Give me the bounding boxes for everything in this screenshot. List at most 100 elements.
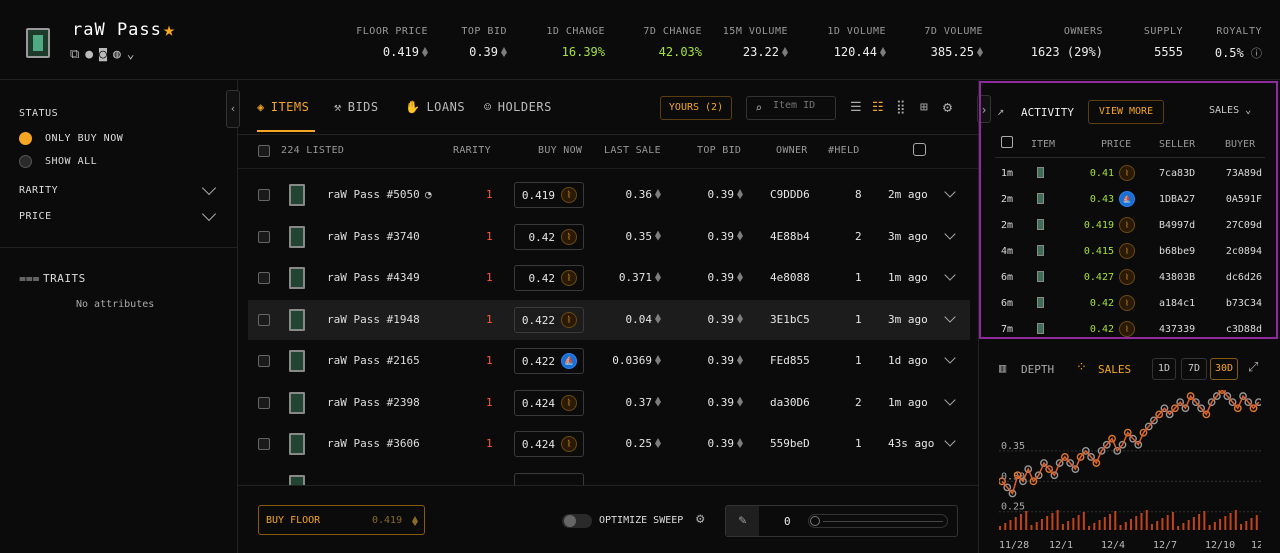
- owner-value[interactable]: 4e8088: [770, 271, 810, 284]
- top-bid-header[interactable]: TOP BID: [697, 145, 741, 156]
- activity-seller[interactable]: 437339: [1159, 324, 1195, 335]
- sales-chart[interactable]: 0.350.300.2511/28 12/1 12/4 12/7 12/10 12: [999, 390, 1261, 553]
- settings-gear-icon[interactable]: ⚙: [943, 98, 952, 116]
- table-row[interactable]: raW Pass #2165 1 0.422 ⛵ 0.0369 0.39 FEd855 1 1d…: [248, 341, 970, 381]
- search-box[interactable]: ⌕: [746, 96, 836, 120]
- grid-icon[interactable]: ⊞: [920, 100, 928, 115]
- expand-chevron-icon[interactable]: [944, 269, 956, 281]
- item-name[interactable]: raW Pass #3740: [327, 230, 420, 243]
- only-buy-now-label[interactable]: ONLY BUY NOW: [45, 133, 123, 144]
- copy-icon[interactable]: ⧉: [70, 47, 79, 62]
- dense-grid-icon[interactable]: ⣿: [896, 100, 906, 115]
- activity-row[interactable]: 6m 0.42 ᚱ a184c1 b73C34: [981, 291, 1276, 317]
- broom-icon[interactable]: ✎: [726, 506, 759, 536]
- table-row[interactable]: raW Pass #2398 1 0.424 ᚱ 0.37 0.39 da30D6 2 1m a…: [248, 383, 970, 423]
- activity-row[interactable]: 4m 0.415 ᚱ b68be9 2c0894: [981, 239, 1276, 265]
- period-30d[interactable]: 30D: [1210, 358, 1238, 380]
- owner-header[interactable]: OWNER: [776, 145, 808, 156]
- item-name[interactable]: raW Pass #5050: [327, 188, 420, 201]
- expand-chevron-icon[interactable]: [944, 393, 956, 406]
- table-row[interactable]: raW Pass #1948 1 0.422 ᚱ 0.04 0.39 3E1bC5 1 3m a…: [248, 299, 970, 340]
- sweep-settings-icon[interactable]: ⚙: [696, 511, 704, 527]
- show-all-radio[interactable]: [19, 155, 32, 168]
- website-icon[interactable]: ◍: [113, 47, 121, 62]
- activity-buyer[interactable]: 0A591F: [1226, 194, 1262, 205]
- table-row[interactable]: raW Pass #4349 1 0.42 ᚱ 0.371 0.39 4e8088 1 1m a…: [248, 258, 970, 298]
- buy-now-button[interactable]: 0.42 ᚱ: [514, 265, 584, 291]
- row-checkbox[interactable]: [258, 272, 270, 284]
- view-more-button[interactable]: VIEW MORE: [1088, 100, 1164, 124]
- item-name[interactable]: raW Pass #4349: [327, 271, 420, 284]
- activity-seller[interactable]: 7ca83D: [1159, 168, 1195, 179]
- period-1d[interactable]: 1D: [1152, 358, 1176, 380]
- collapse-sidebar-button[interactable]: ‹: [226, 90, 240, 128]
- owner-value[interactable]: 559beD: [770, 437, 810, 450]
- owner-value[interactable]: FEd855: [770, 354, 810, 367]
- row-checkbox[interactable]: [258, 189, 270, 201]
- activity-buyer[interactable]: 2c0894: [1226, 246, 1262, 257]
- owner-value[interactable]: C9DDD6: [770, 188, 810, 201]
- row-checkbox[interactable]: [258, 355, 270, 367]
- owner-value[interactable]: 3E1bC5: [770, 313, 810, 326]
- table-row[interactable]: raW Pass #5050 ◔ 1 0.419 ᚱ 0.36 0.39 C9DDD6 8 2m …: [248, 175, 970, 215]
- twitter-icon[interactable]: ●: [85, 47, 93, 62]
- select-all-checkbox[interactable]: [258, 145, 270, 157]
- activity-buyer[interactable]: c3D88d: [1226, 324, 1262, 335]
- discord-icon[interactable]: ◙: [99, 47, 107, 62]
- buy-floor-button[interactable]: BUY FLOOR 0.419: [258, 505, 425, 535]
- buy-now-button[interactable]: 0.422 ᚱ: [514, 306, 584, 333]
- item-name[interactable]: raW Pass #3606: [327, 437, 420, 450]
- period-7d[interactable]: 7D: [1181, 358, 1207, 380]
- rarity-header[interactable]: RARITY: [453, 145, 491, 156]
- show-all-label[interactable]: SHOW ALL: [45, 156, 97, 167]
- sweep-count[interactable]: 0: [784, 515, 791, 528]
- last-sale-header[interactable]: LAST SALE: [604, 145, 661, 156]
- chevron-down-icon[interactable]: ⌄: [127, 47, 135, 62]
- buy-now-button[interactable]: 0.424 ᚱ: [514, 389, 584, 416]
- activity-seller[interactable]: B4997d: [1159, 220, 1195, 231]
- buy-now-button[interactable]: 0.42 ᚱ: [514, 223, 584, 250]
- expand-chevron-icon[interactable]: [944, 435, 956, 447]
- search-input[interactable]: [773, 100, 833, 111]
- list-view-icon[interactable]: ☰: [850, 100, 862, 115]
- expand-icon[interactable]: ⤢: [1248, 360, 1258, 375]
- table-row[interactable]: raW Pass #3740 1 0.42 ᚱ 0.35 0.39 4E88b4 2 3m ag…: [248, 217, 970, 257]
- row-checkbox[interactable]: [258, 313, 270, 326]
- activity-buyer[interactable]: 73A89d: [1226, 168, 1262, 179]
- row-checkbox[interactable]: [258, 396, 270, 409]
- activity-filter-select[interactable]: SALES ⌄: [1209, 105, 1251, 116]
- activity-row[interactable]: 2m 0.419 ᚱ B4997d 27C09d: [981, 213, 1276, 239]
- price-filter[interactable]: PRICE: [19, 211, 52, 222]
- activity-seller[interactable]: 43803B: [1159, 272, 1195, 283]
- row-checkbox[interactable]: [258, 230, 270, 243]
- buy-now-button[interactable]: 0.422 ⛵: [514, 348, 584, 374]
- activity-row[interactable]: 7m 0.42 ᚱ 437339 c3D88d: [981, 317, 1276, 343]
- favorite-star-icon[interactable]: ★: [163, 17, 175, 41]
- activity-buyer[interactable]: 27C09d: [1226, 220, 1262, 231]
- held-header[interactable]: #HELD: [828, 145, 860, 156]
- expand-chevron-icon[interactable]: [944, 310, 956, 323]
- sweep-slider[interactable]: [808, 514, 948, 528]
- rarity-filter[interactable]: RARITY: [19, 185, 58, 196]
- activity-seller[interactable]: a184c1: [1159, 298, 1195, 309]
- activity-seller[interactable]: b68be9: [1159, 246, 1195, 257]
- optimize-sweep-toggle[interactable]: [562, 514, 592, 528]
- item-name[interactable]: raW Pass #2398: [327, 396, 420, 409]
- compact-list-icon[interactable]: ☷: [872, 100, 884, 115]
- buy-now-button[interactable]: 0.419 ᚱ: [514, 182, 584, 208]
- item-name[interactable]: raW Pass #1948: [327, 313, 420, 326]
- expand-chevron-icon[interactable]: [944, 227, 956, 240]
- tab-items[interactable]: ◈ ITEMS: [257, 100, 309, 114]
- item-name[interactable]: raW Pass #2165: [327, 354, 420, 367]
- buy-now-header[interactable]: BUY NOW: [538, 145, 582, 156]
- activity-row[interactable]: 1m 0.41 ᚱ 7ca83D 73A89d: [981, 161, 1276, 187]
- expand-chevron-icon[interactable]: [944, 352, 956, 364]
- tab-bids[interactable]: ⚒ BIDS: [334, 100, 379, 114]
- tab-depth[interactable]: DEPTH: [1021, 363, 1054, 376]
- row-checkbox[interactable]: [258, 438, 270, 450]
- owner-value[interactable]: da30D6: [770, 396, 810, 409]
- owner-value[interactable]: 4E88b4: [770, 230, 810, 243]
- expand-chevron-icon[interactable]: [944, 186, 956, 198]
- tab-loans[interactable]: ✋ LOANS: [405, 100, 465, 114]
- only-buy-now-radio[interactable]: [19, 132, 32, 145]
